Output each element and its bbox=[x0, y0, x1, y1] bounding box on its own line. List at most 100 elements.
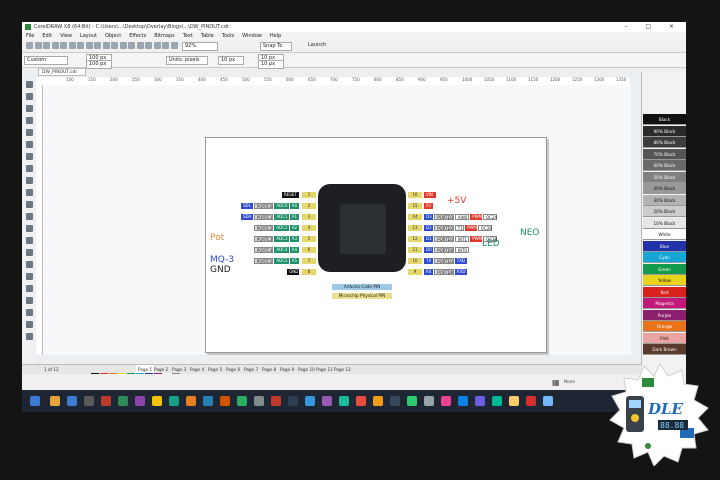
menu-item-text[interactable]: Text bbox=[183, 33, 193, 39]
taskbar-app-icon[interactable] bbox=[543, 396, 553, 406]
page-tab[interactable]: Page 11 bbox=[316, 365, 333, 374]
page-tab[interactable]: Page 6 bbox=[226, 365, 240, 374]
palette-swatch[interactable]: Yellow bbox=[643, 275, 686, 286]
palette-swatch[interactable]: Pink bbox=[643, 332, 686, 344]
menu-item-file[interactable]: File bbox=[26, 33, 34, 39]
taskbar-app-icon[interactable] bbox=[237, 396, 247, 406]
toolbox-tool[interactable] bbox=[26, 153, 33, 160]
palette-swatch[interactable]: 80% Black bbox=[643, 137, 686, 148]
toolbox-tool[interactable] bbox=[26, 261, 33, 268]
toolbar-button[interactable] bbox=[60, 42, 67, 49]
toolbox-tool[interactable] bbox=[26, 177, 33, 184]
palette-swatch[interactable]: Blue bbox=[643, 240, 686, 252]
toolbar-button[interactable] bbox=[26, 42, 33, 49]
taskbar-app-icon[interactable] bbox=[373, 396, 383, 406]
taskbar-app-icon[interactable] bbox=[390, 396, 400, 406]
palette-swatch[interactable]: 60% Black bbox=[643, 160, 686, 171]
taskbar-app-icon[interactable] bbox=[135, 396, 145, 406]
toolbar-button[interactable] bbox=[43, 42, 50, 49]
toolbar-button[interactable] bbox=[119, 42, 127, 49]
units-dropdown[interactable]: Units: pixels bbox=[166, 56, 208, 65]
palette-swatch[interactable]: Cyan bbox=[643, 252, 686, 263]
toolbox-tool[interactable] bbox=[26, 213, 33, 220]
toolbox-tool[interactable] bbox=[26, 333, 33, 340]
toolbar-button[interactable] bbox=[85, 42, 93, 49]
toolbox-tool[interactable] bbox=[26, 93, 33, 100]
toolbar-button[interactable] bbox=[162, 42, 169, 49]
toolbox-tool[interactable] bbox=[26, 105, 33, 112]
toolbar-button[interactable] bbox=[128, 42, 135, 49]
duplicate-y-field[interactable]: 10 px bbox=[258, 60, 284, 69]
toolbar-button[interactable] bbox=[111, 42, 118, 49]
palette-swatch[interactable]: 30% Black bbox=[643, 194, 686, 206]
toolbox-tool[interactable] bbox=[26, 249, 33, 256]
toolbox-tool[interactable] bbox=[26, 225, 33, 232]
zoom-level-field[interactable]: 92% bbox=[182, 42, 218, 51]
menu-item-tools[interactable]: Tools bbox=[222, 33, 234, 39]
menu-item-view[interactable]: View bbox=[60, 33, 72, 39]
taskbar-app-icon[interactable] bbox=[152, 396, 162, 406]
toolbar-button[interactable] bbox=[145, 42, 152, 49]
palette-swatch[interactable]: 90% Black bbox=[643, 125, 686, 137]
page-tab[interactable]: Page 10 bbox=[298, 365, 315, 374]
page-tab[interactable]: Page 4 bbox=[190, 365, 204, 374]
taskbar-app-icon[interactable] bbox=[475, 396, 485, 406]
toolbox-tool[interactable] bbox=[26, 165, 33, 172]
toolbox-tool[interactable] bbox=[26, 201, 33, 208]
taskbar-app-icon[interactable] bbox=[288, 396, 298, 406]
palette-swatch[interactable]: Orange bbox=[643, 321, 686, 332]
taskbar-app-icon[interactable] bbox=[84, 396, 94, 406]
taskbar-app-icon[interactable] bbox=[526, 396, 536, 406]
page-tab[interactable]: Page 12 bbox=[334, 365, 351, 374]
start-icon[interactable] bbox=[30, 396, 40, 406]
menu-item-object[interactable]: Object bbox=[105, 33, 121, 39]
drawing-canvas[interactable]: 1 RESET 2 A0 ADC0 PORTC0 SDL 3 A1 ADC1 PORTC1 SDA 4 A… bbox=[43, 85, 631, 355]
page-tab[interactable]: Page 9 bbox=[280, 365, 294, 374]
toolbar-button[interactable] bbox=[153, 42, 161, 49]
menu-item-bitmaps[interactable]: Bitmaps bbox=[154, 33, 175, 39]
toolbar-button[interactable] bbox=[102, 42, 110, 49]
menu-item-edit[interactable]: Edit bbox=[42, 33, 52, 39]
taskbar-app-icon[interactable] bbox=[492, 396, 502, 406]
taskbar-app-icon[interactable] bbox=[271, 396, 281, 406]
palette-swatch[interactable]: 10% Black bbox=[643, 217, 686, 229]
toolbar-button[interactable] bbox=[77, 42, 84, 49]
palette-swatch[interactable]: 20% Black bbox=[643, 206, 686, 217]
toolbox-tool[interactable] bbox=[26, 129, 33, 136]
palette-swatch[interactable]: Black bbox=[643, 114, 686, 125]
toolbar-button[interactable] bbox=[68, 42, 76, 49]
taskbar-app-icon[interactable] bbox=[118, 396, 128, 406]
taskbar-app-icon[interactable] bbox=[67, 396, 77, 406]
palette-swatch[interactable]: 50% Black bbox=[643, 171, 686, 183]
taskbar-app-icon[interactable] bbox=[339, 396, 349, 406]
toolbox-tool[interactable] bbox=[26, 309, 33, 316]
taskbar-app-icon[interactable] bbox=[254, 396, 264, 406]
taskbar-app-icon[interactable] bbox=[424, 396, 434, 406]
toolbar-button[interactable] bbox=[34, 42, 42, 49]
nudge-distance-field[interactable]: 10 px bbox=[218, 56, 244, 65]
menu-item-window[interactable]: Window bbox=[242, 33, 262, 39]
snap-to-dropdown[interactable]: Snap To bbox=[260, 42, 292, 51]
taskbar-app-icon[interactable] bbox=[305, 396, 315, 406]
palette-swatch[interactable]: Green bbox=[643, 263, 686, 275]
toolbox-tool[interactable] bbox=[26, 297, 33, 304]
palette-swatch[interactable]: Purple bbox=[643, 309, 686, 321]
document-tab[interactable]: DW_PINOUT.cdr bbox=[38, 68, 86, 76]
palette-swatch[interactable]: Magenta bbox=[643, 298, 686, 309]
toolbar-button[interactable] bbox=[170, 42, 178, 49]
menu-item-effects[interactable]: Effects bbox=[129, 33, 146, 39]
taskbar-app-icon[interactable] bbox=[203, 396, 213, 406]
palette-swatch[interactable]: Dark Brown bbox=[643, 344, 686, 355]
taskbar-app-icon[interactable] bbox=[509, 396, 519, 406]
toolbar-button[interactable] bbox=[136, 42, 144, 49]
menu-item-layout[interactable]: Layout bbox=[80, 33, 97, 39]
toolbox-tool[interactable] bbox=[26, 285, 33, 292]
palette-swatch[interactable]: White bbox=[643, 229, 686, 240]
toolbox-tool[interactable] bbox=[26, 141, 33, 148]
page-tab[interactable]: Page 7 bbox=[244, 365, 258, 374]
toolbar-button[interactable] bbox=[94, 42, 101, 49]
toolbox-tool[interactable] bbox=[26, 237, 33, 244]
page-tab[interactable]: Page 5 bbox=[208, 365, 222, 374]
taskbar-app-icon[interactable] bbox=[169, 396, 179, 406]
window-controls[interactable]: – □ × bbox=[624, 22, 682, 32]
